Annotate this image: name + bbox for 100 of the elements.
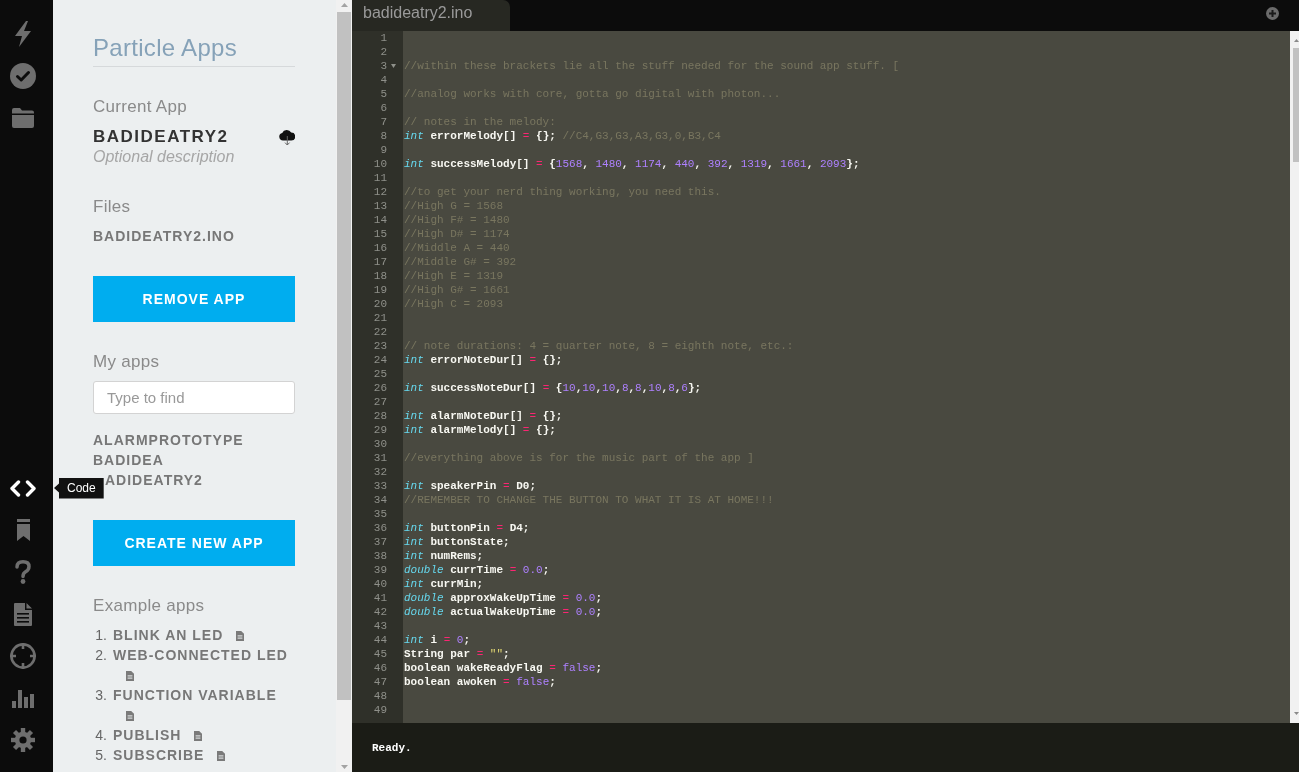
code-line: int speakerPin = D0; (404, 480, 537, 492)
bookmark-icon[interactable] (16, 519, 30, 541)
section-label: Current App (93, 97, 189, 117)
section-label: Files (93, 197, 132, 217)
lightning-bolt-icon[interactable] (14, 21, 32, 47)
line-number: 6 (379, 101, 387, 115)
line-number: 8 (379, 129, 387, 143)
list-number: 2. (94, 646, 107, 665)
bar-chart-icon[interactable] (11, 688, 35, 708)
scroll-up-arrow-icon[interactable] (340, 3, 348, 7)
file-icon[interactable] (217, 751, 226, 761)
create-app-button[interactable]: CREATE NEW APP (93, 520, 295, 566)
list-number: 1. (94, 626, 107, 645)
line-number: 17 (372, 255, 387, 269)
code-line: int buttonPin = D4; (404, 522, 530, 534)
file-tab[interactable]: badideatry2.ino (352, 0, 510, 31)
line-number: 16 (372, 241, 387, 255)
scrollbar-thumb[interactable] (1293, 48, 1299, 162)
line-number: 1 (379, 31, 387, 45)
line-number: 13 (372, 199, 387, 213)
settings-icon[interactable] (11, 728, 35, 752)
line-number: 11 (372, 171, 387, 185)
panel-title: Particle Apps (93, 34, 238, 62)
line-number: 5 (379, 87, 387, 101)
folder-icon[interactable] (12, 108, 34, 128)
remove-app-button[interactable]: REMOVE APP (93, 276, 295, 322)
app-link[interactable]: ALARMPROTOTYPE (93, 430, 244, 450)
section-label: Example apps (93, 596, 206, 616)
code-line: int successNoteDur[] = {10,10,10,8,8,10,8,6}; (404, 382, 702, 394)
fold-caret-icon[interactable] (391, 64, 396, 68)
file-icon[interactable] (126, 671, 134, 681)
scroll-down-arrow-icon[interactable] (340, 765, 348, 769)
example-app-link[interactable]: FUNCTION VARIABLE (113, 687, 277, 703)
line-number: 34 (372, 493, 387, 507)
section-label: My apps (93, 352, 161, 372)
example-app-link[interactable]: SUBSCRIBE (113, 747, 205, 763)
line-number: 33 (372, 479, 387, 493)
line-number: 22 (372, 325, 387, 339)
line-number: 10 (372, 157, 387, 171)
list-number: 3. (94, 686, 107, 705)
app-link[interactable]: BADIDEA (93, 450, 164, 470)
list-number: 5. (94, 746, 107, 765)
code-line: int alarmNoteDur[] = {}; (404, 410, 563, 422)
line-number: 21 (372, 311, 387, 325)
code-line: boolean awoken = false; (404, 676, 556, 688)
example-app-link[interactable]: BLINK AN LED (113, 627, 224, 643)
file-icon[interactable] (126, 711, 134, 721)
scroll-down-arrow-icon[interactable] (1294, 712, 1299, 715)
line-number: 9 (379, 143, 387, 157)
question-mark-icon[interactable] (15, 560, 31, 584)
file-icon[interactable] (236, 631, 245, 641)
plus-icon[interactable] (1266, 7, 1279, 20)
code-line: int alarmMelody[] = {}; (404, 424, 556, 436)
line-number: 20 (372, 297, 387, 311)
code-line: int buttonState; (404, 536, 510, 548)
example-app-link[interactable]: WEB-CONNECTED LED (113, 647, 288, 663)
line-number: 3 (379, 59, 387, 73)
line-number: 39 (372, 563, 387, 577)
code-line: int errorNoteDur[] = {}; (404, 354, 563, 366)
search-field[interactable]: Type to find (93, 381, 295, 414)
line-number: 27 (372, 395, 387, 409)
line-number: 25 (372, 367, 387, 381)
crosshair-icon[interactable] (10, 643, 36, 669)
line-number: 41 (372, 591, 387, 605)
code-line: String par = ""; (404, 648, 510, 660)
line-number: 4 (379, 73, 387, 87)
app-link[interactable]: ADIDEATRY2 (105, 470, 203, 490)
line-number: 28 (372, 409, 387, 423)
file-link[interactable]: BADIDEATRY2.INO (93, 227, 235, 245)
code-line: int currMin; (404, 578, 484, 590)
line-number: 46 (372, 661, 387, 675)
file-icon[interactable] (194, 731, 203, 741)
code-line: int i = 0; (404, 634, 471, 646)
line-number: 18 (372, 269, 387, 283)
code-line: int numRems; (404, 550, 484, 562)
line-number: 32 (372, 465, 387, 479)
line-number: 49 (372, 703, 387, 717)
line-number: 12 (372, 185, 387, 199)
line-number: 36 (372, 521, 387, 535)
line-number: 43 (372, 619, 387, 633)
document-icon[interactable] (14, 602, 32, 626)
line-number: 48 (372, 689, 387, 703)
line-number: 45 (372, 647, 387, 661)
status-message: Ready. (372, 740, 412, 755)
line-number: 14 (372, 213, 387, 227)
scrollbar-thumb[interactable] (337, 12, 351, 700)
list-number: 4. (94, 726, 107, 745)
line-number: 7 (379, 115, 387, 129)
description-field[interactable]: Optional description (93, 147, 295, 167)
line-number: 15 (372, 227, 387, 241)
line-number: 44 (372, 633, 387, 647)
check-circle-icon[interactable] (10, 63, 36, 89)
code-line: int successMelody[] = {1568, 1480, 1174, 440, 392, 1319, 1661, 2093}; (404, 158, 860, 170)
line-number: 30 (372, 437, 387, 451)
code-brackets-icon[interactable] (9, 479, 37, 497)
line-number: 37 (372, 535, 387, 549)
scroll-up-arrow-icon[interactable] (1294, 39, 1299, 42)
cloud-download-icon[interactable] (279, 128, 295, 146)
line-number: 42 (372, 605, 387, 619)
example-app-link[interactable]: PUBLISH (113, 727, 182, 743)
